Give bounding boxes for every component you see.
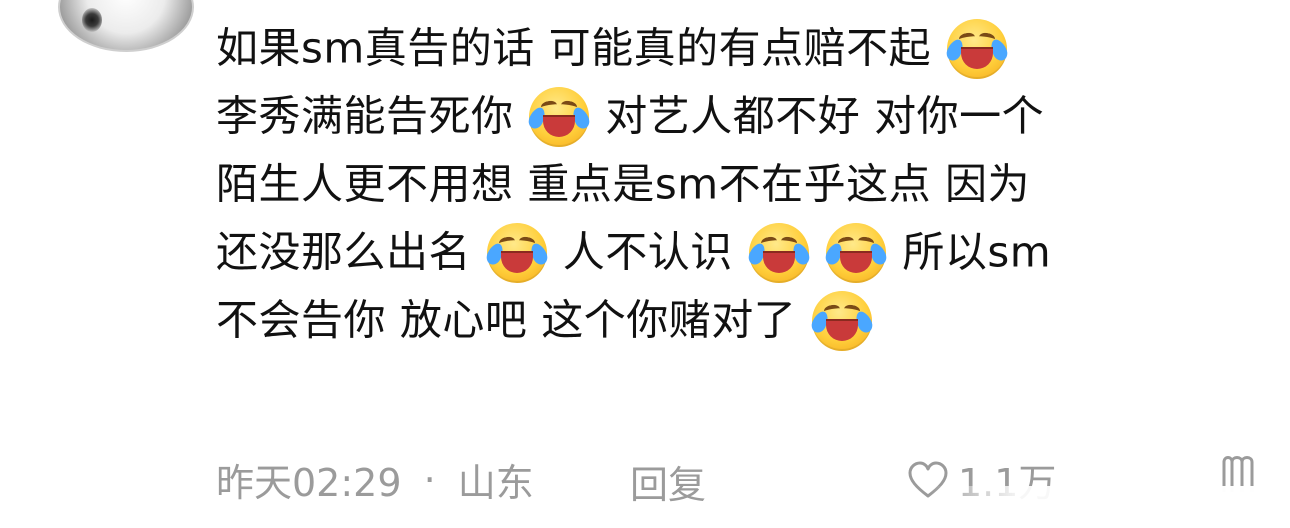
- comment-item: 如果sm真告的话 可能真的有点赔不起 李秀满能告死你 对艺人都不好 对你一个 陌…: [0, 0, 1290, 528]
- comment-text: 如果sm真告的话 可能真的有点赔不起 李秀满能告死你 对艺人都不好 对你一个 陌…: [216, 12, 1256, 352]
- comment-time: 昨天02:29: [216, 461, 402, 505]
- laughing-crying-emoji-icon: [823, 222, 890, 283]
- comment-line-4-text-before: 还没那么出名: [216, 227, 472, 277]
- comment-line-4: 还没那么出名 人不认识 所以sm: [216, 216, 1256, 284]
- comment-line-2-text-before: 李秀满能告死你: [216, 91, 514, 141]
- reply-button[interactable]: 回复: [630, 454, 706, 509]
- comment-line-4-text-after: 所以sm: [902, 227, 1052, 277]
- comment-line-2-text-after: 对艺人都不好 对你一个: [605, 91, 1045, 141]
- comment-line-1-text: 如果sm真告的话 可能真的有点赔不起: [216, 23, 932, 73]
- comment-line-4-text-middle: 人不认识: [562, 227, 733, 277]
- comment-line-5-text: 不会告你 放心吧 这个你赌对了: [216, 295, 797, 345]
- comment-line-1: 如果sm真告的话 可能真的有点赔不起: [216, 12, 1256, 80]
- laughing-crying-emoji-icon: [526, 86, 593, 147]
- laughing-crying-emoji-icon: [483, 222, 550, 283]
- comment-line-5: 不会告你 放心吧 这个你赌对了: [216, 284, 1256, 352]
- watermark-overlay: [930, 486, 1290, 522]
- comment-location: 山东: [457, 461, 534, 505]
- laughing-crying-emoji-icon: [745, 222, 812, 283]
- avatar-eye: [82, 8, 102, 32]
- meta-separator: ·: [423, 457, 436, 502]
- laughing-crying-emoji-icon: [809, 290, 876, 351]
- avatar[interactable]: [58, 0, 194, 52]
- comment-line-2: 李秀满能告死你 对艺人都不好 对你一个: [216, 80, 1256, 148]
- comment-line-3: 陌生人更不用想 重点是sm不在乎这点 因为: [216, 148, 1256, 216]
- comment-line-3-text: 陌生人更不用想 重点是sm不在乎这点 因为: [216, 159, 1030, 209]
- laughing-crying-emoji-icon: [944, 18, 1011, 79]
